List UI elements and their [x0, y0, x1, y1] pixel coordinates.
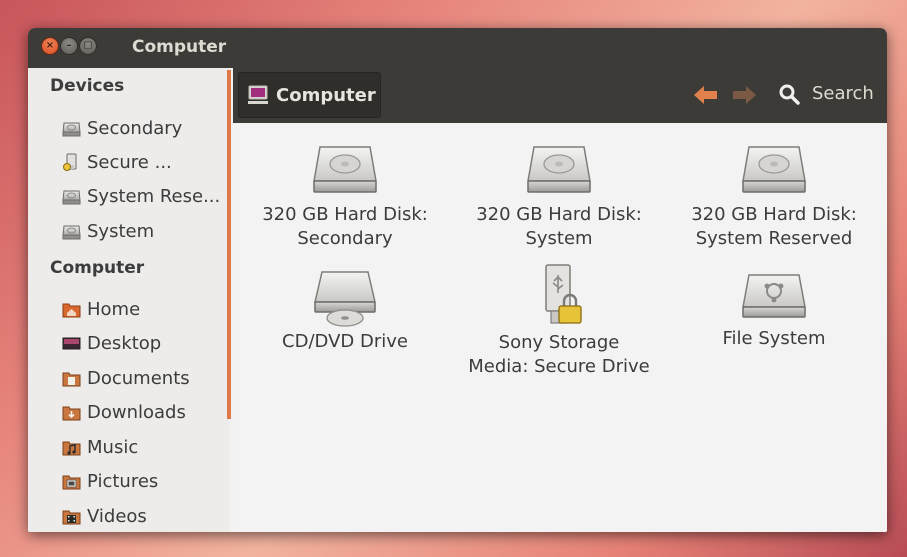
file-view: 320 GB Hard Disk: Secondary 320 GB Hard …: [233, 123, 887, 532]
hard-disk-icon: [527, 146, 591, 193]
sidebar-item-documents[interactable]: Documents: [62, 364, 226, 392]
file-label-line1: Sony Storage: [498, 332, 620, 353]
sidebar-item-downloads[interactable]: Downloads: [62, 398, 226, 426]
home-folder-icon: [62, 303, 81, 317]
file-label-line1: File System: [722, 328, 826, 349]
usb-lock-icon: [63, 153, 77, 171]
close-icon: ×: [45, 40, 55, 51]
pictures-folder-icon: [62, 475, 81, 489]
location-button-computer[interactable]: Computer: [238, 72, 381, 118]
filesystem-icon: [742, 274, 806, 318]
toolbar: Computer Search: [233, 68, 887, 123]
sidebar-item-label: Home: [87, 298, 141, 320]
file-label-line2: System Reserved: [695, 228, 853, 249]
sidebar-item-label: Downloads: [87, 401, 186, 423]
search-icon[interactable]: [778, 82, 800, 108]
sidebar-item-desktop[interactable]: Desktop: [62, 329, 226, 357]
hard-disk-icon: [742, 146, 806, 193]
search-button-label[interactable]: Search: [812, 83, 874, 104]
sidebar-item-videos[interactable]: Videos: [62, 502, 226, 530]
title-bar: × – ▢ Computer: [28, 28, 887, 68]
maximize-icon: ▢: [83, 40, 93, 51]
file-item-file-system[interactable]: File System: [669, 271, 879, 351]
file-item-cd-dvd-drive[interactable]: CD/DVD Drive: [240, 268, 450, 354]
file-label-line1: 320 GB Hard Disk:: [476, 204, 642, 225]
hard-disk-icon: [313, 146, 377, 193]
sidebar-item-pictures[interactable]: Pictures: [62, 467, 226, 495]
computer-icon: [248, 85, 268, 104]
maximize-window-button[interactable]: ▢: [79, 37, 97, 55]
file-label-line2: Secondary: [297, 228, 393, 249]
location-label: Computer: [276, 84, 376, 106]
close-window-button[interactable]: ×: [41, 37, 59, 55]
sidebar-item-label: Desktop: [87, 332, 162, 354]
minimize-icon: –: [66, 40, 72, 51]
sidebar-item-label: System: [87, 220, 155, 242]
documents-folder-icon: [62, 372, 81, 386]
sidebar-resize-handle[interactable]: [227, 70, 231, 419]
sidebar: Devices Secondary Secure ... System Rese…: [28, 68, 250, 532]
back-arrow-icon[interactable]: [692, 82, 720, 108]
sidebar-item-label: Music: [87, 436, 139, 458]
file-manager-window: × – ▢ Computer Devices Secondary Secure …: [28, 28, 887, 532]
window-title: Computer: [132, 37, 227, 57]
sidebar-item-label: Secure ...: [87, 151, 172, 173]
file-item-hard-disk-system[interactable]: 320 GB Hard Disk: System: [454, 143, 664, 251]
sidebar-heading-devices: Devices: [50, 76, 125, 96]
file-label-line1: 320 GB Hard Disk:: [262, 204, 428, 225]
sidebar-item-secondary[interactable]: Secondary: [62, 114, 226, 142]
file-item-hard-disk-secondary[interactable]: 320 GB Hard Disk: Secondary: [240, 143, 450, 251]
file-label-line2: Media: Secure Drive: [468, 356, 650, 377]
videos-folder-icon: [62, 510, 81, 524]
hard-disk-icon: [62, 225, 81, 239]
sidebar-item-label: Secondary: [87, 117, 183, 139]
sidebar-heading-computer: Computer: [50, 258, 145, 278]
sidebar-item-home[interactable]: Home: [62, 295, 226, 323]
usb-lock-icon: [545, 264, 582, 324]
sidebar-item-system[interactable]: System: [62, 217, 226, 245]
file-label-line1: 320 GB Hard Disk:: [691, 204, 857, 225]
file-item-hard-disk-system-reserved[interactable]: 320 GB Hard Disk: System Reserved: [669, 143, 879, 251]
sidebar-item-label: System Rese...: [87, 185, 221, 207]
minimize-window-button[interactable]: –: [60, 37, 78, 55]
hard-disk-icon: [62, 190, 81, 204]
sidebar-item-system-reserved[interactable]: System Rese...: [62, 182, 226, 210]
forward-arrow-icon[interactable]: [730, 82, 758, 108]
sidebar-item-label: Pictures: [87, 470, 159, 492]
sidebar-item-label: Documents: [87, 367, 190, 389]
music-folder-icon: [62, 441, 81, 455]
hard-disk-icon: [62, 122, 81, 136]
file-label-line2: System: [525, 228, 593, 249]
downloads-folder-icon: [62, 406, 81, 420]
sidebar-item-label: Videos: [87, 505, 147, 527]
sidebar-item-music[interactable]: Music: [62, 433, 226, 461]
desktop-icon: [62, 337, 81, 349]
optical-drive-icon: [314, 271, 376, 327]
file-item-secure-drive[interactable]: Sony Storage Media: Secure Drive: [454, 263, 664, 379]
file-label-line1: CD/DVD Drive: [282, 331, 408, 352]
sidebar-item-secure-drive[interactable]: Secure ...: [62, 148, 250, 176]
